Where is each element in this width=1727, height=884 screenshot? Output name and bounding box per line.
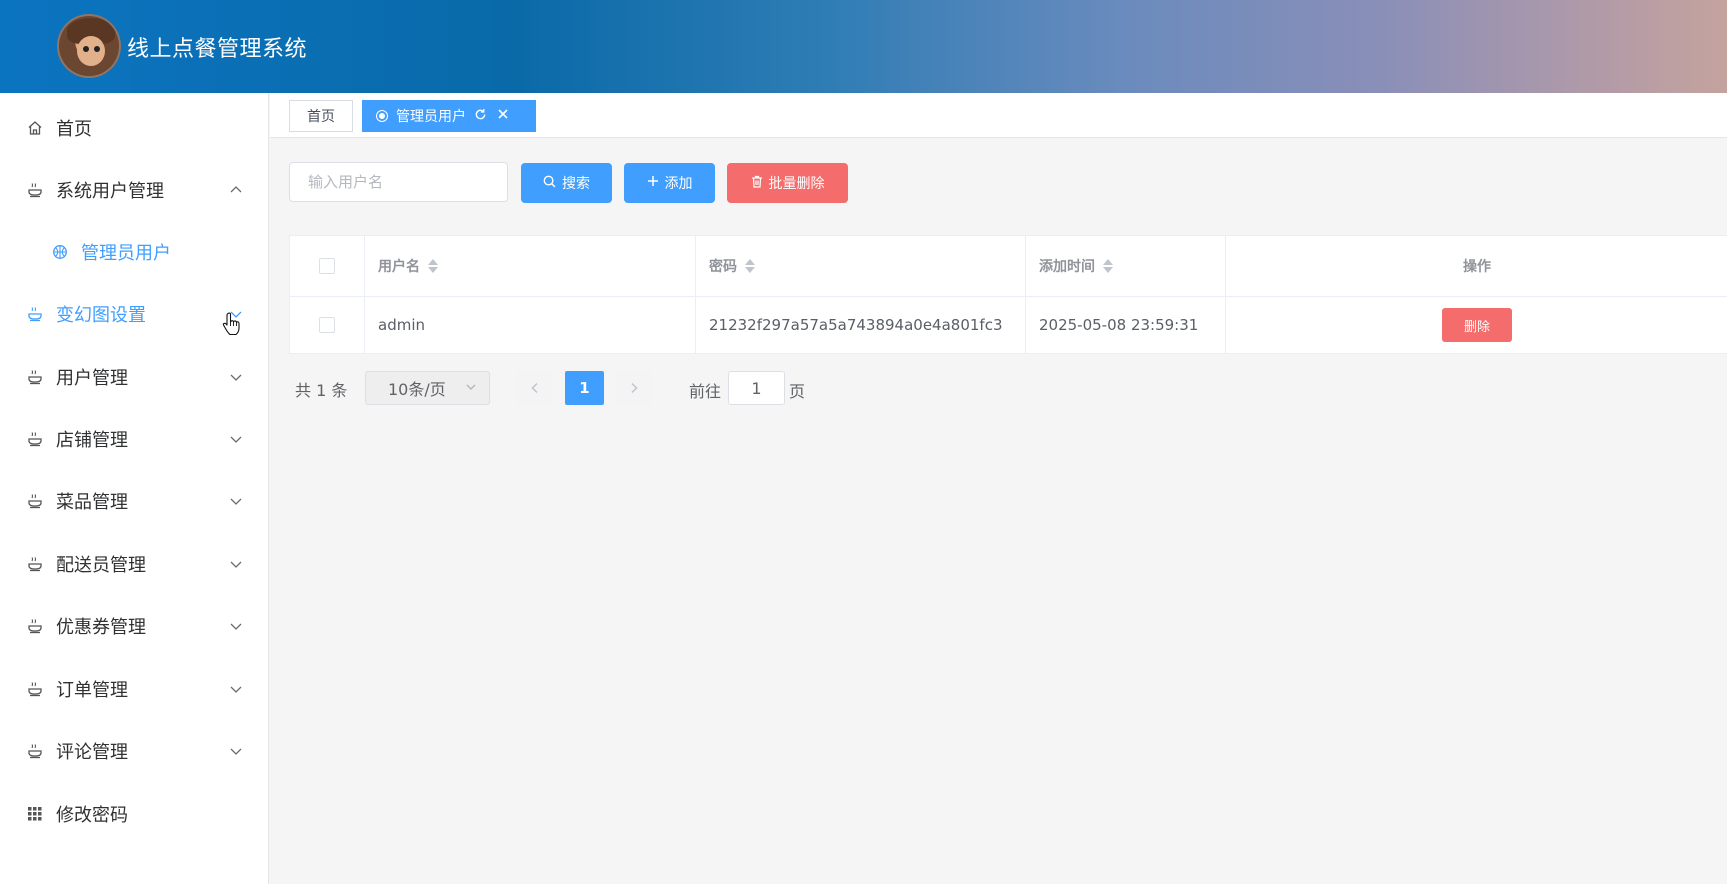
basketball-icon bbox=[51, 243, 69, 261]
sort-caret-icon[interactable] bbox=[1103, 259, 1113, 273]
prev-page-button[interactable] bbox=[516, 371, 553, 405]
table-header-row: 用户名 密码 添加时间 操作 bbox=[290, 236, 1727, 297]
column-header: 密码 bbox=[709, 259, 737, 275]
chevron-down-icon bbox=[229, 370, 243, 384]
sidebar-item-home[interactable]: 首页 bbox=[0, 100, 268, 156]
cell-select bbox=[290, 297, 365, 353]
sidebar-item-admin-users[interactable]: 管理员用户 bbox=[0, 224, 268, 280]
active-dot-icon bbox=[377, 111, 387, 121]
batch-delete-button[interactable]: 批量删除 bbox=[727, 163, 848, 203]
search-icon bbox=[543, 175, 556, 192]
sidebar-item-label: 订单管理 bbox=[56, 680, 128, 701]
sidebar-item-label: 用户管理 bbox=[56, 368, 128, 389]
search-input[interactable] bbox=[289, 162, 508, 202]
sidebar-item-label: 首页 bbox=[56, 119, 92, 140]
add-button[interactable]: 添加 bbox=[624, 163, 715, 203]
goto-page-input[interactable] bbox=[728, 371, 785, 405]
chevron-up-icon bbox=[229, 183, 243, 197]
chevron-down-icon bbox=[229, 619, 243, 633]
sidebar: 首页 系统用户管理 管理员用户 变幻图设置 用户管理 店铺管理 菜品管理 配送员… bbox=[0, 93, 269, 884]
goto-suffix: 页 bbox=[789, 382, 806, 401]
sort-caret-icon[interactable] bbox=[428, 259, 438, 273]
page-size-value: 10条/页 bbox=[388, 380, 446, 399]
sidebar-item-user-management[interactable]: 用户管理 bbox=[0, 349, 268, 405]
table-row: admin 21232f297a57a5a743894a0e4a801fc3 2… bbox=[290, 297, 1727, 354]
tab-home[interactable]: 首页 bbox=[289, 100, 353, 132]
select-all-checkbox[interactable] bbox=[319, 258, 335, 274]
sidebar-item-change-password[interactable]: 修改密码 bbox=[0, 786, 268, 842]
bowl-icon bbox=[26, 305, 44, 323]
bowl-icon bbox=[26, 555, 44, 573]
avatar-logo bbox=[57, 14, 121, 78]
cell-password: 21232f297a57a5a743894a0e4a801fc3 bbox=[696, 297, 1026, 353]
row-checkbox[interactable] bbox=[319, 317, 335, 333]
hand-cursor-icon bbox=[222, 312, 240, 336]
header-cell-action: 操作 bbox=[1226, 236, 1727, 296]
chevron-down-icon bbox=[229, 432, 243, 446]
pagination-total: 共 1 条 bbox=[295, 381, 348, 400]
cell-username: admin bbox=[365, 297, 696, 353]
delete-row-button[interactable]: 删除 bbox=[1442, 308, 1512, 342]
column-header: 操作 bbox=[1463, 259, 1491, 275]
tab-label: 首页 bbox=[307, 109, 335, 125]
goto-label: 前往 bbox=[689, 382, 722, 401]
header-cell-added-time[interactable]: 添加时间 bbox=[1026, 236, 1226, 296]
trash-icon bbox=[751, 175, 763, 192]
column-header: 添加时间 bbox=[1039, 259, 1095, 275]
app-header: 线上点餐管理系统 bbox=[0, 0, 1727, 93]
sidebar-item-label: 管理员用户 bbox=[81, 243, 171, 264]
header-cell-username[interactable]: 用户名 bbox=[365, 236, 696, 296]
tags-view-bar: 首页 管理员用户 bbox=[270, 93, 1727, 138]
home-icon bbox=[26, 119, 44, 137]
bowl-icon bbox=[26, 430, 44, 448]
sidebar-item-comment-management[interactable]: 评论管理 bbox=[0, 723, 268, 779]
users-table: 用户名 密码 添加时间 操作 admin 21232f297a57a5a7438… bbox=[289, 235, 1727, 354]
sidebar-item-label: 店铺管理 bbox=[56, 430, 128, 451]
header-cell-select bbox=[290, 236, 365, 296]
bowl-icon bbox=[26, 680, 44, 698]
sidebar-item-shop-management[interactable]: 店铺管理 bbox=[0, 411, 268, 467]
sidebar-item-label: 菜品管理 bbox=[56, 492, 128, 513]
sidebar-item-label: 修改密码 bbox=[56, 805, 128, 826]
search-button[interactable]: 搜索 bbox=[521, 163, 612, 203]
next-page-button[interactable] bbox=[615, 371, 652, 405]
batch-delete-button-label: 批量删除 bbox=[768, 176, 825, 192]
plus-icon bbox=[647, 175, 659, 191]
chevron-down-icon bbox=[229, 682, 243, 696]
app-title: 线上点餐管理系统 bbox=[127, 37, 308, 62]
search-button-label: 搜索 bbox=[562, 176, 590, 192]
bowl-icon bbox=[26, 492, 44, 510]
chevron-down-icon bbox=[465, 381, 477, 396]
page-number-current[interactable]: 1 bbox=[565, 371, 604, 405]
cell-action: 删除 bbox=[1226, 297, 1727, 353]
chevron-down-icon bbox=[229, 744, 243, 758]
tab-admin-users[interactable]: 管理员用户 bbox=[362, 100, 536, 132]
page-size-select[interactable]: 10条/页 bbox=[365, 371, 490, 405]
tab-label: 管理员用户 bbox=[396, 109, 466, 125]
header-cell-password[interactable]: 密码 bbox=[696, 236, 1026, 296]
bowl-icon bbox=[26, 742, 44, 760]
sidebar-item-label: 配送员管理 bbox=[56, 555, 146, 576]
sidebar-item-dish-management[interactable]: 菜品管理 bbox=[0, 473, 268, 529]
column-header: 用户名 bbox=[378, 259, 420, 275]
bowl-icon bbox=[26, 368, 44, 386]
sidebar-item-order-management[interactable]: 订单管理 bbox=[0, 661, 268, 717]
chevron-down-icon bbox=[229, 557, 243, 571]
sidebar-item-courier-management[interactable]: 配送员管理 bbox=[0, 536, 268, 592]
cell-added-time: 2025-05-08 23:59:31 bbox=[1026, 297, 1226, 353]
chevron-down-icon bbox=[229, 494, 243, 508]
sidebar-item-label: 变幻图设置 bbox=[56, 305, 146, 326]
sidebar-item-label: 优惠券管理 bbox=[56, 617, 146, 638]
bowl-icon bbox=[26, 181, 44, 199]
sidebar-item-label: 评论管理 bbox=[56, 742, 128, 763]
grid-icon bbox=[26, 805, 44, 823]
refresh-icon[interactable] bbox=[474, 108, 487, 125]
bowl-icon bbox=[26, 617, 44, 635]
close-icon[interactable] bbox=[497, 108, 509, 124]
sort-caret-icon[interactable] bbox=[745, 259, 755, 273]
sidebar-item-label: 系统用户管理 bbox=[56, 181, 164, 202]
sidebar-item-system-users[interactable]: 系统用户管理 bbox=[0, 162, 268, 218]
add-button-label: 添加 bbox=[664, 176, 693, 192]
sidebar-item-coupon-management[interactable]: 优惠券管理 bbox=[0, 598, 268, 654]
